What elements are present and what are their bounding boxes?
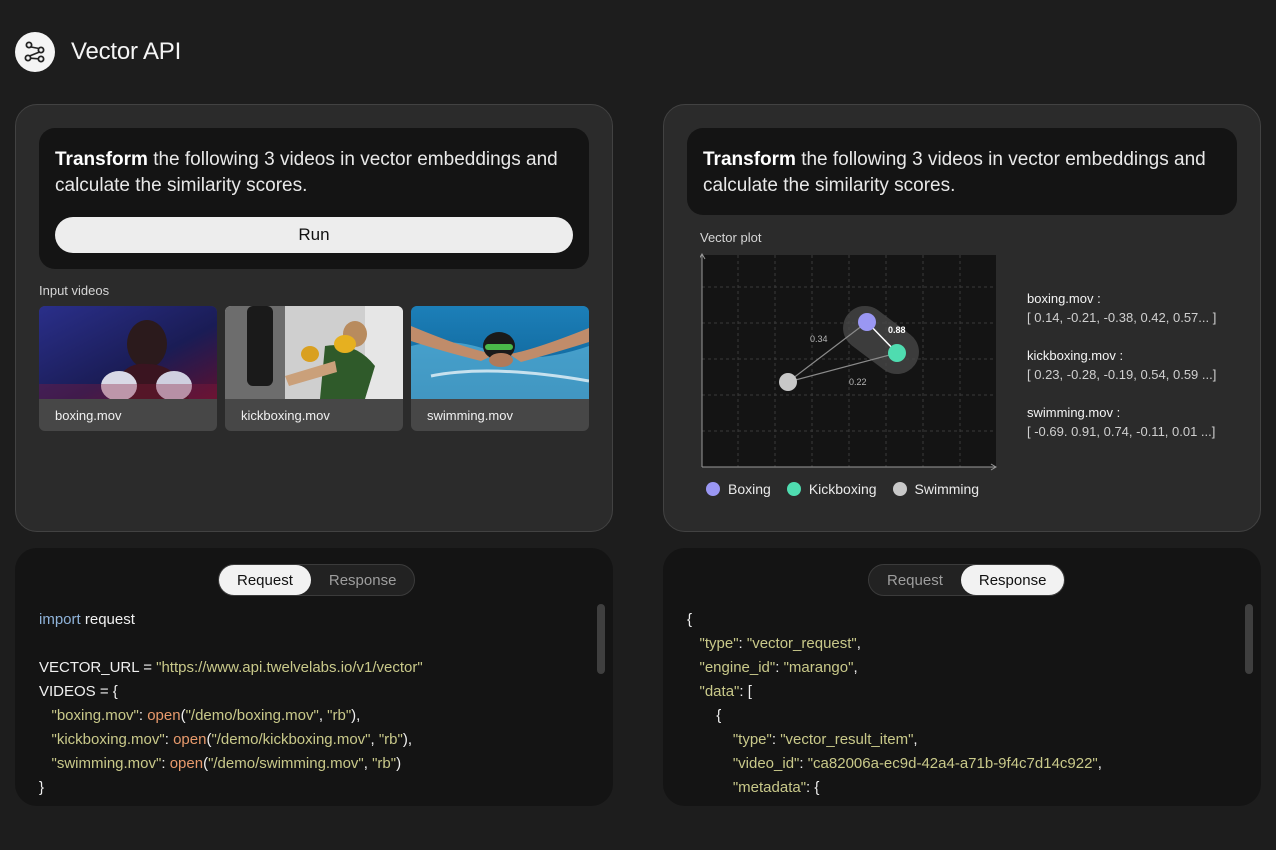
vector-name: swimming.mov :: [1027, 405, 1121, 420]
code-token: open: [173, 731, 207, 748]
code-token: "marango": [783, 659, 854, 676]
code-token: "https://www.api.twelvelabs.io/v1/vector…: [156, 659, 423, 676]
response-code: { "type": "vector_request", "engine_id":…: [687, 611, 1102, 796]
request-code: import request VECTOR_URL = "https://www…: [39, 611, 423, 796]
video-name: kickboxing.mov: [241, 407, 330, 423]
legend-item-swimming: Swimming: [892, 481, 980, 497]
legend-dot: [892, 482, 907, 496]
plot-legend: Boxing Kickboxing Swimming: [706, 481, 979, 497]
input-videos-label: Input videos: [39, 283, 110, 298]
video-name: boxing.mov: [55, 407, 122, 423]
point-boxing[interactable]: [858, 313, 876, 331]
request-response-toggle: Request Response: [218, 564, 416, 596]
request-code-panel: Request Response import request VECTOR_U…: [15, 548, 613, 806]
vector-plot: 0.88 0.34 0.22: [698, 253, 1000, 478]
code-token: "kickboxing.mov": [51, 731, 165, 748]
video-thumbnail-swimming: [411, 306, 589, 399]
code-token: }: [39, 779, 45, 796]
code-token: {: [687, 611, 693, 628]
legend-label: Boxing: [728, 481, 771, 497]
run-button[interactable]: Run: [55, 217, 573, 253]
code-token: "vector_result_item": [780, 731, 914, 748]
prompt-text: Transform the following 3 videos in vect…: [55, 147, 573, 199]
vector-values: [ 0.14, -0.21, -0.38, 0.42, 0.57... ]: [1027, 310, 1217, 325]
vector-plot-svg: 0.88 0.34 0.22: [698, 253, 997, 471]
code-token: {: [716, 707, 722, 724]
code-token: "engine_id": [699, 659, 776, 676]
prompt-text: Transform the following 3 videos in vect…: [703, 147, 1221, 199]
code-token: "boxing.mov": [51, 707, 139, 724]
vector-name: kickboxing.mov :: [1027, 348, 1124, 363]
code-token: VECTOR_URL =: [39, 659, 157, 676]
vector-nodes-icon: [15, 32, 55, 72]
code-token: request: [80, 611, 135, 628]
vector-plot-label: Vector plot: [700, 230, 762, 245]
legend-label: Swimming: [914, 481, 980, 497]
code-token: "ca82006a-ec9d-42a4-a71b-9f4c7d14c922": [807, 755, 1098, 772]
video-thumbnail-kickboxing: [225, 306, 403, 399]
edge-label-088: 0.88: [888, 325, 906, 335]
legend-dot: [786, 482, 801, 496]
vector-item: swimming.mov : [ -0.69. 0.91, 0.74, -0.1…: [1027, 404, 1216, 442]
video-name: swimming.mov: [427, 407, 513, 423]
request-response-toggle: Request Response: [868, 564, 1066, 596]
vector-values: [ 0.23, -0.28, -0.19, 0.54, 0.59 ...]: [1027, 367, 1217, 382]
vector-item: kickboxing.mov : [ 0.23, -0.28, -0.19, 0…: [1027, 347, 1216, 385]
code-token: "rb": [327, 707, 352, 724]
code-token: open: [169, 755, 204, 772]
code-token: open: [147, 707, 181, 724]
code-token: "rb": [378, 731, 403, 748]
code-token: "vector_request": [746, 635, 857, 652]
app-header: Vector API: [15, 32, 181, 72]
code-token: "type": [732, 731, 772, 748]
code-token: "type": [699, 635, 739, 652]
prompt-bold: Transform: [55, 149, 148, 170]
vector-name: boxing.mov :: [1027, 291, 1101, 306]
prompt-box: Transform the following 3 videos in vect…: [687, 128, 1237, 215]
code-token: "video_id": [732, 755, 800, 772]
prompt-box: Transform the following 3 videos in vect…: [39, 128, 589, 269]
legend-label: Kickboxing: [808, 481, 877, 497]
code-token: "metadata": [732, 779, 807, 796]
video-card-kickboxing[interactable]: kickboxing.mov: [225, 306, 403, 431]
code-scrollbar[interactable]: [1245, 604, 1253, 674]
video-card-boxing[interactable]: boxing.mov: [39, 306, 217, 431]
tab-request[interactable]: Request: [219, 565, 311, 595]
legend-item-boxing: Boxing: [706, 481, 771, 497]
code-token: "/demo/boxing.mov": [185, 707, 319, 724]
point-swimming[interactable]: [779, 373, 797, 391]
vector-item: boxing.mov : [ 0.14, -0.21, -0.38, 0.42,…: [1027, 290, 1216, 328]
vector-plot-panel: Transform the following 3 videos in vect…: [663, 104, 1261, 532]
code-token: VIDEOS = {: [39, 683, 118, 700]
code-token: "rb": [372, 755, 397, 772]
vector-values: [ -0.69. 0.91, 0.74, -0.11, 0.01 ...]: [1027, 424, 1216, 439]
video-thumbnail-boxing: [39, 306, 217, 399]
code-token: import: [39, 611, 81, 628]
edge-label-034: 0.34: [810, 334, 828, 344]
legend-dot: [706, 482, 720, 496]
code-scrollbar[interactable]: [597, 604, 605, 674]
code-token: "/demo/kickboxing.mov": [211, 731, 371, 748]
point-kickboxing[interactable]: [888, 344, 906, 362]
app-title: Vector API: [71, 38, 182, 65]
prompt-bold: Transform: [703, 149, 796, 170]
video-card-swimming[interactable]: swimming.mov: [411, 306, 589, 431]
tab-response[interactable]: Response: [311, 565, 415, 595]
code-token: "/demo/swimming.mov": [208, 755, 364, 772]
response-code-panel: Request Response { "type": "vector_reque…: [663, 548, 1261, 806]
code-token: "swimming.mov": [51, 755, 162, 772]
legend-item-kickboxing: Kickboxing: [786, 481, 877, 497]
tab-response[interactable]: Response: [960, 565, 1065, 595]
tab-request[interactable]: Request: [869, 565, 961, 595]
input-panel: Transform the following 3 videos in vect…: [15, 104, 613, 532]
video-list: boxing.mov kickboxing.mov swimming.mov: [39, 306, 589, 431]
vector-list: boxing.mov : [ 0.14, -0.21, -0.38, 0.42,…: [1027, 290, 1216, 461]
edge-label-022: 0.22: [849, 377, 867, 387]
code-token: "data": [699, 683, 740, 700]
